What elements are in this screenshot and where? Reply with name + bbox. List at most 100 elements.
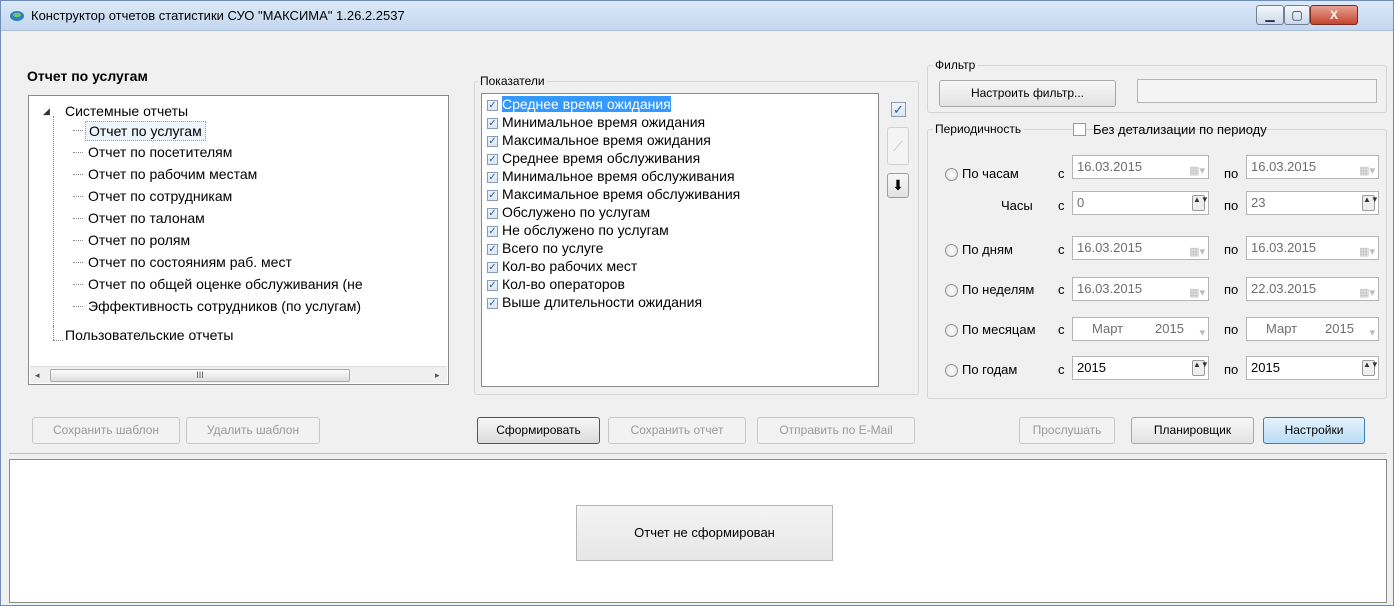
report-view-area: Отчет не сформирован xyxy=(9,459,1387,603)
tree-guide-line xyxy=(53,116,54,340)
dropdown-arrow-icon[interactable]: ▾ xyxy=(1199,322,1205,344)
checkbox-checked-icon[interactable]: ✓ xyxy=(487,172,498,183)
no-detail-label: Без детализации по периоду xyxy=(1093,122,1267,137)
scroll-left-icon[interactable]: ◂ xyxy=(35,370,40,381)
spin-icon[interactable]: ▲▼ xyxy=(1192,195,1209,211)
hours-to-date[interactable]: 16.03.2015 ▦▾ xyxy=(1246,155,1379,179)
tree-root-system-reports[interactable]: Системные отчеты xyxy=(65,102,188,120)
spin-icon[interactable]: ▲▼ xyxy=(1362,195,1379,211)
tree-horizontal-scrollbar[interactable]: ◂ III ▸ xyxy=(30,366,447,383)
move-down-button[interactable]: ⬇ xyxy=(887,173,909,198)
checkbox-checked-icon[interactable]: ✓ xyxy=(487,118,498,129)
report-tree[interactable]: ◢ Системные отчеты Отчет по услугам Отче… xyxy=(28,95,449,385)
minimize-button[interactable]: ▁ xyxy=(1256,5,1284,25)
hours-radio[interactable] xyxy=(945,168,958,181)
scroll-right-icon[interactable]: ▸ xyxy=(435,370,440,381)
years-radio[interactable] xyxy=(945,364,958,377)
weeks-radio[interactable] xyxy=(945,284,958,297)
tree-item-service-rating[interactable]: Отчет по общей оценке обслуживания (не xyxy=(88,275,363,293)
indicator-item[interactable]: ✓ Не обслужено по услугам xyxy=(487,222,669,239)
select-all-checkbox[interactable]: ✓ xyxy=(891,102,906,117)
weeks-to-date[interactable]: 22.03.2015 ▦▾ xyxy=(1246,277,1379,301)
no-detail-checkbox[interactable] xyxy=(1073,123,1086,136)
save-template-button[interactable]: Сохранить шаблон xyxy=(32,417,180,444)
hours-from-spinner[interactable]: 0 ▲▼ xyxy=(1072,191,1209,215)
indicator-item[interactable]: ✓ Минимальное время обслуживания xyxy=(487,168,735,185)
filter-group-label: Фильтр xyxy=(933,58,978,72)
to-label: по xyxy=(1224,322,1239,337)
checkbox-checked-icon[interactable]: ✓ xyxy=(487,262,498,273)
days-from-date[interactable]: 16.03.2015 ▦▾ xyxy=(1072,236,1209,260)
generate-report-button[interactable]: Сформировать xyxy=(477,417,600,444)
calendar-icon[interactable]: ▦▾ xyxy=(1359,241,1375,263)
checkbox-checked-icon[interactable]: ✓ xyxy=(487,100,498,111)
configure-filter-button[interactable]: Настроить фильтр... xyxy=(939,80,1116,107)
days-radio[interactable] xyxy=(945,244,958,257)
tree-expand-icon[interactable]: ◢ xyxy=(43,102,50,120)
from-label: с xyxy=(1058,322,1065,337)
indicator-item[interactable]: ✓ Среднее время обслуживания xyxy=(487,150,700,167)
checkbox-checked-icon[interactable]: ✓ xyxy=(487,136,498,147)
dropdown-arrow-icon[interactable]: ▾ xyxy=(1369,322,1375,344)
months-to-select[interactable]: Март 2015 ▾ xyxy=(1246,317,1379,341)
checkbox-checked-icon[interactable]: ✓ xyxy=(487,226,498,237)
divider xyxy=(9,453,1387,454)
scroll-thumb[interactable]: III xyxy=(50,369,350,382)
indicator-item[interactable]: ✓ Обслужено по услугам xyxy=(487,204,650,221)
delete-template-button[interactable]: Удалить шаблон xyxy=(186,417,320,444)
tree-root-user-reports[interactable]: Пользовательские отчеты xyxy=(65,326,233,344)
hours-to-spinner[interactable]: 23 ▲▼ xyxy=(1246,191,1379,215)
years-to-spinner[interactable]: 2015 ▲▼ xyxy=(1246,356,1379,380)
hours-from-date[interactable]: 16.03.2015 ▦▾ xyxy=(1072,155,1209,179)
weeks-label: По неделям xyxy=(962,282,1035,297)
settings-button[interactable]: Настройки xyxy=(1263,417,1365,444)
months-from-select[interactable]: Март 2015 ▾ xyxy=(1072,317,1209,341)
tree-item-employees[interactable]: Отчет по сотрудникам xyxy=(88,187,232,205)
spin-icon[interactable]: ▲▼ xyxy=(1362,360,1379,376)
filter-value-field[interactable] xyxy=(1137,79,1377,103)
tree-item-workplace-states[interactable]: Отчет по состояниям раб. мест xyxy=(88,253,292,271)
months-radio[interactable] xyxy=(945,324,958,337)
indicators-list[interactable]: ✓ Среднее время ожидания ✓ Минимальное вре… xyxy=(481,93,879,387)
indicator-item[interactable]: ✓ Всего по услуге xyxy=(487,240,603,257)
checkbox-checked-icon[interactable]: ✓ xyxy=(487,298,498,309)
spin-icon[interactable]: ▲▼ xyxy=(1192,360,1209,376)
periodicity-label: Периодичность xyxy=(933,122,1024,136)
checkbox-checked-icon[interactable]: ✓ xyxy=(487,154,498,165)
listen-button[interactable]: Прослушать xyxy=(1019,417,1115,444)
maximize-button[interactable]: ▢ xyxy=(1284,5,1310,25)
to-label: по xyxy=(1224,166,1239,181)
send-email-button[interactable]: Отправить по E-Mail xyxy=(757,417,915,444)
tree-item-visitors[interactable]: Отчет по посетителям xyxy=(88,143,232,161)
days-to-date[interactable]: 16.03.2015 ▦▾ xyxy=(1246,236,1379,260)
indicator-item[interactable]: ✓ Максимальное время ожидания xyxy=(487,132,711,149)
indicator-item[interactable]: ✓ Среднее время ожидания xyxy=(487,96,671,113)
checkbox-checked-icon[interactable]: ✓ xyxy=(487,190,498,201)
tree-item-employee-efficiency[interactable]: Эффективность сотрудников (по услугам) xyxy=(88,297,361,315)
scheduler-button[interactable]: Планировщик xyxy=(1131,417,1254,444)
checkbox-checked-icon[interactable]: ✓ xyxy=(487,208,498,219)
to-label: по xyxy=(1224,198,1239,213)
move-up-button[interactable]: ⟋ xyxy=(887,127,909,165)
tree-item-services[interactable]: Отчет по услугам xyxy=(85,121,206,141)
calendar-icon[interactable]: ▦▾ xyxy=(1359,282,1375,304)
indicator-item[interactable]: ✓ Минимальное время ожидания xyxy=(487,114,705,131)
calendar-icon[interactable]: ▦▾ xyxy=(1189,160,1205,182)
close-button[interactable]: X xyxy=(1310,5,1358,25)
tree-item-workplaces[interactable]: Отчет по рабочим местам xyxy=(88,165,257,183)
weeks-from-date[interactable]: 16.03.2015 ▦▾ xyxy=(1072,277,1209,301)
calendar-icon[interactable]: ▦▾ xyxy=(1359,160,1375,182)
save-report-button[interactable]: Сохранить отчет xyxy=(608,417,746,444)
calendar-icon[interactable]: ▦▾ xyxy=(1189,282,1205,304)
calendar-icon[interactable]: ▦▾ xyxy=(1189,241,1205,263)
checkbox-checked-icon[interactable]: ✓ xyxy=(487,280,498,291)
checkbox-checked-icon[interactable]: ✓ xyxy=(487,244,498,255)
indicator-item[interactable]: ✓ Максимальное время обслуживания xyxy=(487,186,740,203)
tree-item-roles[interactable]: Отчет по ролям xyxy=(88,231,190,249)
indicator-item[interactable]: ✓ Выше длительности ожидания xyxy=(487,294,702,311)
indicator-item[interactable]: ✓ Кол-во рабочих мест xyxy=(487,258,637,275)
indicator-item[interactable]: ✓ Кол-во операторов xyxy=(487,276,625,293)
tree-connector xyxy=(73,174,83,175)
tree-item-tickets[interactable]: Отчет по талонам xyxy=(88,209,205,227)
years-from-spinner[interactable]: 2015 ▲▼ xyxy=(1072,356,1209,380)
